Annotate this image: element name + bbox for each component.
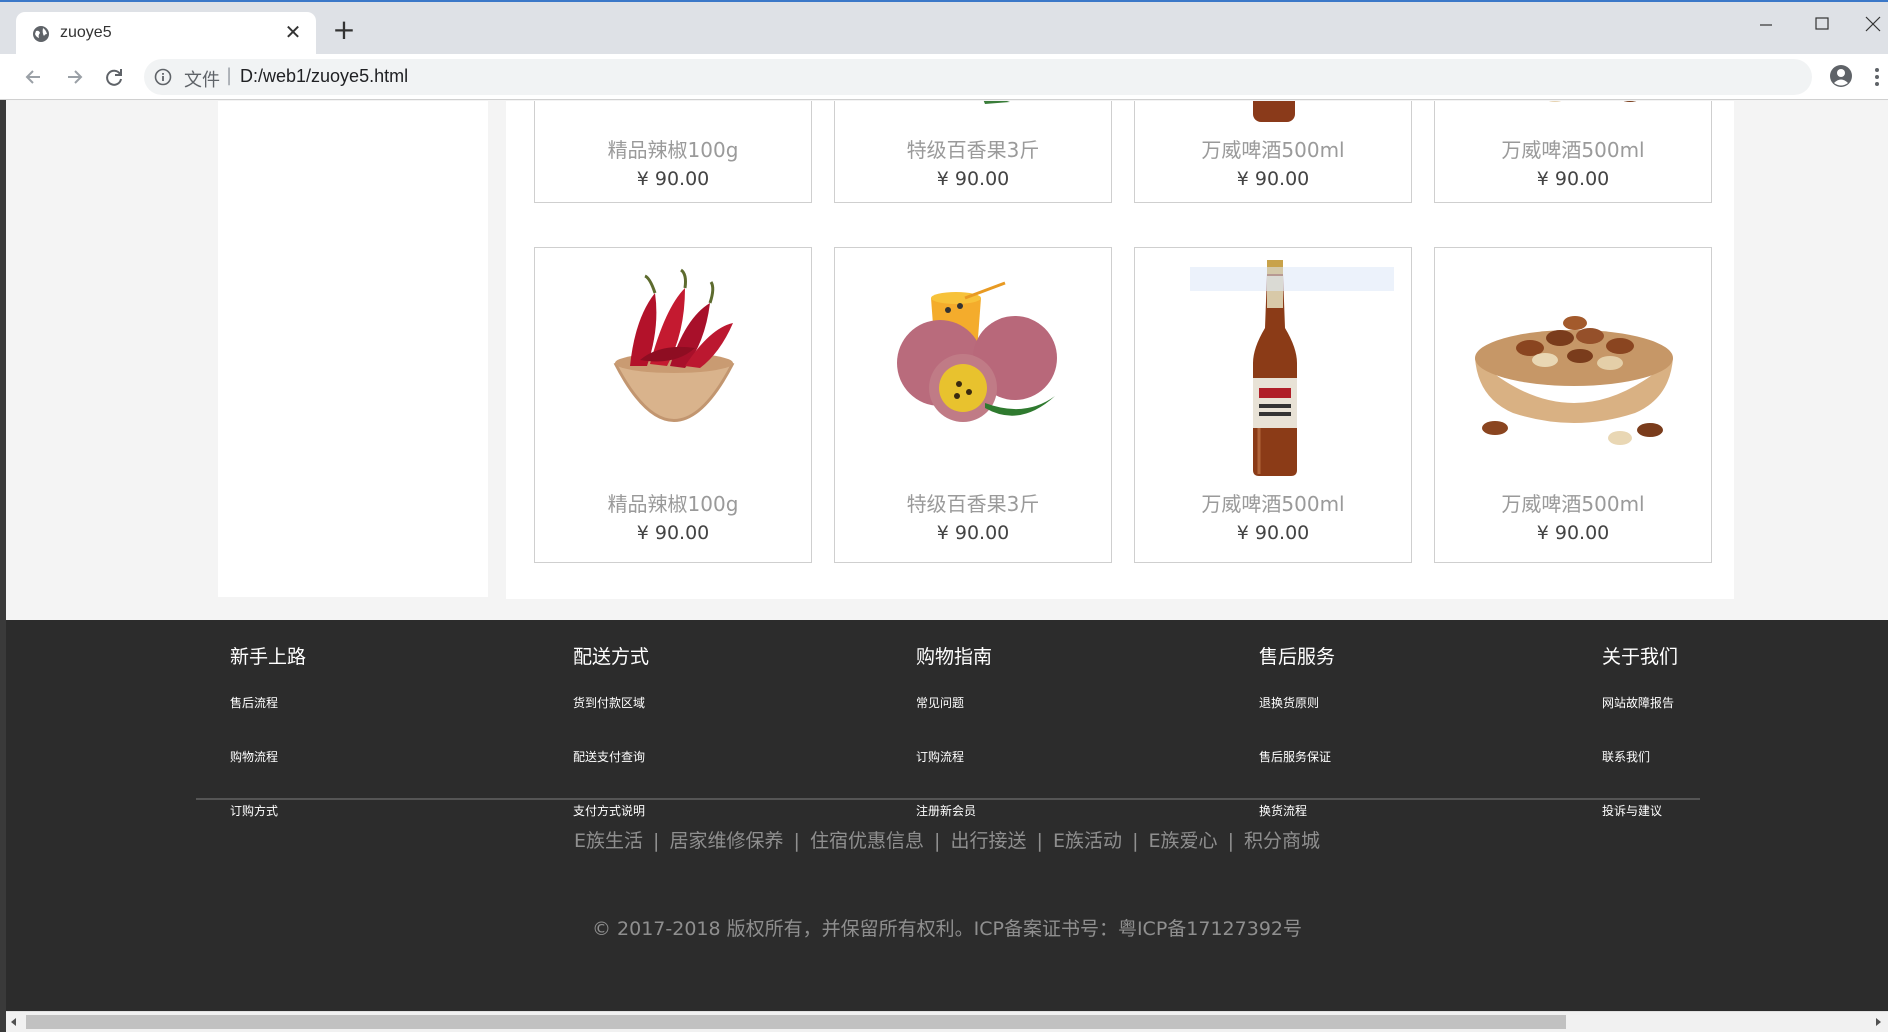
product-card[interactable]: 精品辣椒100g ¥ 90.00 — [534, 101, 812, 203]
pine-nuts-image — [1435, 101, 1711, 122]
link-separator: | — [653, 830, 660, 852]
footer-link[interactable]: 售后服务保证 — [1259, 749, 1335, 803]
footer-link[interactable]: 常见问题 — [916, 695, 992, 749]
product-price: ¥ 90.00 — [936, 168, 1010, 190]
info-icon[interactable] — [154, 68, 172, 86]
beer-bottle-image — [1135, 101, 1411, 122]
scroll-right-arrow-icon[interactable] — [1872, 1016, 1884, 1028]
footer-column-about: 关于我们 网站故障报告 联系我们 投诉与建议 — [1602, 642, 1678, 857]
product-card[interactable]: 万威啤酒500ml ¥ 90.00 — [1434, 101, 1712, 203]
footer-heading: 购物指南 — [916, 646, 993, 668]
profile-avatar-icon[interactable] — [1828, 63, 1854, 89]
tab-title: zuoye5 — [60, 24, 112, 41]
new-tab-button[interactable]: + — [332, 16, 356, 44]
browser-window: zuoye5 ✕ + 文件 | D:/web1/zuoye5.html 精品辣椒… — [0, 0, 1888, 1032]
footer-bottom-link[interactable]: E族爱心 — [1149, 830, 1218, 852]
product-card[interactable]: 万威啤酒500ml ¥ 90.00 — [1434, 247, 1712, 563]
footer-bottom-link[interactable]: 居家维修保养 — [669, 830, 783, 852]
product-price: ¥ 90.00 — [936, 522, 1010, 544]
reload-icon[interactable] — [100, 63, 128, 91]
footer-link[interactable]: 货到付款区域 — [573, 695, 649, 749]
chili-bowl-image — [535, 101, 811, 122]
product-price: ¥ 90.00 — [636, 522, 710, 544]
footer-bottom-link[interactable]: 积分商城 — [1244, 830, 1320, 852]
footer-heading: 新手上路 — [230, 646, 307, 668]
footer-heading: 关于我们 — [1602, 646, 1679, 668]
product-name: 特级百香果3斤 — [906, 492, 1040, 516]
passion-fruit-image — [835, 248, 1111, 478]
product-name: 特级百香果3斤 — [906, 138, 1040, 162]
product-card[interactable]: 特级百香果3斤 ¥ 90.00 — [834, 247, 1112, 563]
globe-icon — [33, 26, 49, 42]
passion-fruit-image — [835, 101, 1111, 122]
link-separator: | — [1036, 830, 1043, 852]
footer-link[interactable]: 退换货原则 — [1259, 695, 1335, 749]
minimize-icon[interactable] — [1748, 10, 1784, 36]
product-price: ¥ 90.00 — [1236, 522, 1310, 544]
scrollbar-thumb[interactable] — [26, 1015, 1566, 1029]
pine-nuts-image — [1435, 248, 1711, 478]
faded-tooltip — [1190, 267, 1394, 291]
tab-zuoye5[interactable]: zuoye5 ✕ — [16, 12, 316, 56]
footer-divider — [196, 798, 1700, 800]
chili-bowl-image — [535, 248, 811, 478]
footer-bottom-link[interactable]: 住宿优惠信息 — [810, 830, 924, 852]
footer-bottom-link[interactable]: E族生活 — [574, 830, 643, 852]
footer-column-delivery: 配送方式 货到付款区域 配送支付查询 支付方式说明 — [573, 642, 649, 857]
product-name: 精品辣椒100g — [607, 492, 739, 516]
page-viewport: 精品辣椒100g ¥ 90.00 特级百香果3斤 ¥ 90.00 万威啤酒500… — [6, 101, 1888, 1011]
link-separator: | — [793, 830, 800, 852]
sidebar-panel — [218, 101, 488, 597]
address-bar[interactable]: 文件 | D:/web1/zuoye5.html — [144, 59, 1812, 95]
product-name: 万威啤酒500ml — [1501, 492, 1645, 516]
footer-column-guide: 购物指南 常见问题 订购流程 注册新会员 — [916, 642, 992, 857]
footer-column-aftersales: 售后服务 退换货原则 售后服务保证 换货流程 — [1259, 642, 1335, 857]
product-card[interactable]: 万威啤酒500ml ¥ 90.00 — [1134, 247, 1412, 563]
product-name: 精品辣椒100g — [607, 138, 739, 162]
product-price: ¥ 90.00 — [636, 168, 710, 190]
product-price: ¥ 90.00 — [1536, 168, 1610, 190]
link-separator: | — [1132, 830, 1139, 852]
product-name: 万威啤酒500ml — [1501, 138, 1645, 162]
tab-strip: zuoye5 ✕ + — [0, 0, 1888, 56]
product-price: ¥ 90.00 — [1236, 168, 1310, 190]
footer-link[interactable]: 网站故障报告 — [1602, 695, 1678, 749]
product-name: 万威啤酒500ml — [1201, 492, 1345, 516]
footer-bottom-links: E族生活 | 居家维修保养 | 住宿优惠信息 | 出行接送 | E族活动 | E… — [6, 826, 1888, 853]
forward-arrow-icon[interactable] — [60, 63, 88, 91]
product-name: 万威啤酒500ml — [1201, 138, 1345, 162]
footer-link[interactable]: 售后流程 — [230, 695, 306, 749]
maximize-icon[interactable] — [1804, 10, 1840, 36]
footer-link[interactable]: 联系我们 — [1602, 749, 1678, 803]
footer-bottom-link[interactable]: 出行接送 — [950, 830, 1026, 852]
footer-heading: 配送方式 — [573, 646, 650, 668]
product-card[interactable]: 万威啤酒500ml ¥ 90.00 — [1134, 101, 1412, 203]
browser-toolbar: 文件 | D:/web1/zuoye5.html — [0, 54, 1888, 100]
close-window-icon[interactable] — [1856, 10, 1888, 36]
url-separator: | — [226, 65, 233, 86]
tab-close-icon[interactable]: ✕ — [282, 21, 304, 43]
product-card[interactable]: 精品辣椒100g ¥ 90.00 — [534, 247, 812, 563]
copyright-text: © 2017-2018 版权所有，并保留所有权利。ICP备案证书号：粤ICP备1… — [591, 918, 1302, 940]
url-text[interactable]: D:/web1/zuoye5.html — [240, 66, 408, 87]
footer-link[interactable]: 配送支付查询 — [573, 749, 649, 803]
url-scheme-label: 文件 — [184, 70, 220, 91]
product-price: ¥ 90.00 — [1536, 522, 1610, 544]
link-separator: | — [1227, 830, 1234, 852]
back-arrow-icon[interactable] — [20, 63, 48, 91]
footer-heading: 售后服务 — [1259, 646, 1336, 668]
horizontal-scrollbar[interactable] — [6, 1011, 1888, 1032]
scroll-left-arrow-icon[interactable] — [8, 1016, 20, 1028]
kebab-menu-icon[interactable] — [1872, 64, 1882, 90]
footer-column-newbie: 新手上路 售后流程 购物流程 订购方式 — [230, 642, 306, 857]
footer-link[interactable]: 订购流程 — [916, 749, 992, 803]
footer-link[interactable]: 购物流程 — [230, 749, 306, 803]
link-separator: | — [934, 830, 941, 852]
site-footer: 新手上路 售后流程 购物流程 订购方式 配送方式 货到付款区域 配送支付查询 支… — [6, 620, 1888, 1011]
footer-bottom-link[interactable]: E族活动 — [1053, 830, 1122, 852]
product-card[interactable]: 特级百香果3斤 ¥ 90.00 — [834, 101, 1112, 203]
